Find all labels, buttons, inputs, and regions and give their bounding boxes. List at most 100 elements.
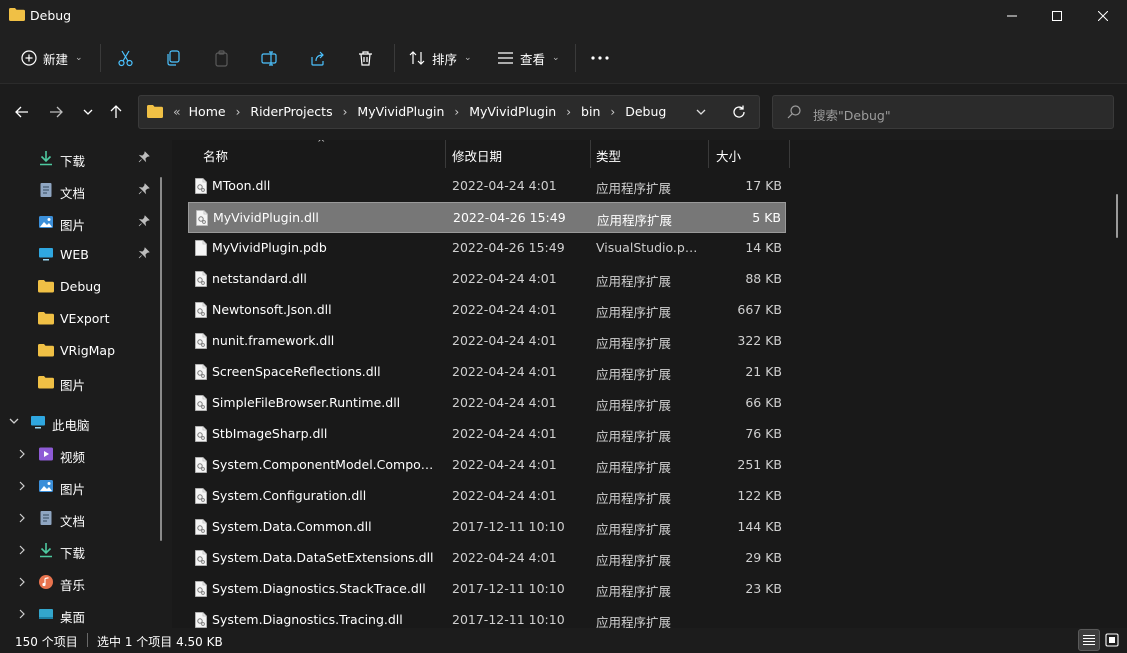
breadcrumb-separator[interactable]: › [454,105,459,119]
file-date: 2022-04-24 4:01 [452,333,557,348]
minimize-button[interactable] [989,0,1035,32]
column-divider[interactable] [708,140,709,168]
chevron-right-icon[interactable] [19,449,25,459]
breadcrumb-bin[interactable]: bin [581,104,600,119]
folder-icon [9,8,25,21]
file-row[interactable]: MyVividPlugin.dll 2022-04-26 15:49 应用程序扩展 5… [188,202,786,233]
view-button[interactable]: 查看 ⌄ [497,44,560,72]
pin-icon[interactable] [138,247,150,259]
sidebar-item-pictures-folder[interactable]: 图片 [0,367,160,397]
file-name: nunit.framework.dll [212,333,335,348]
close-button[interactable] [1080,0,1126,32]
forward-button[interactable] [45,101,67,123]
file-row[interactable]: Newtonsoft.Json.dll 2022-04-24 4:01 应用程序扩展… [188,295,786,326]
file-row[interactable]: StbImageSharp.dll 2022-04-24 4:01 应用程序扩展 76… [188,419,786,450]
sidebar-item-debug[interactable]: Debug [0,271,160,301]
new-button[interactable]: 新建 ⌄ [21,44,83,72]
column-divider[interactable] [789,140,790,168]
column-size[interactable]: 大小 [716,146,741,165]
file-row[interactable]: MyVividPlugin.pdb 2022-04-26 15:49 VisualS… [188,233,786,264]
chevron-right-icon[interactable] [19,481,25,491]
file-row[interactable]: System.Data.Common.dll 2017-12-11 10:10 应用… [188,512,786,543]
address-bar[interactable]: « Home › RiderProjects › MyVividPlugin ›… [138,95,760,129]
breadcrumb-separator[interactable]: › [610,105,615,119]
rename-icon [261,50,277,66]
sidebar-item-music[interactable]: 音乐 [0,567,160,597]
sidebar-item-label: 桌面 [60,610,86,625]
delete-button[interactable] [357,44,374,72]
file-list: mscorlib.dll2022-04-24 4:01应用程序扩展4,522 K… [172,140,1127,628]
sidebar-item-videos[interactable]: 视频 [0,439,160,469]
maximize-button[interactable] [1034,0,1080,32]
share-button[interactable] [309,44,326,72]
file-row[interactable]: System.Configuration.dll 2022-04-24 4:01 应… [188,481,786,512]
chevron-right-icon[interactable] [19,545,25,555]
monitor-icon [39,248,53,261]
file-row[interactable]: System.ComponentModel.Compositi... 2022-0… [188,450,786,481]
column-type[interactable]: 类型 [596,146,621,165]
chevron-right-icon[interactable] [19,513,25,523]
sidebar-item-documents[interactable]: 文档 [0,175,160,205]
breadcrumb-riderprojects[interactable]: RiderProjects [250,104,332,119]
back-button[interactable] [11,101,33,123]
sidebar-item-pc-documents[interactable]: 文档 [0,503,160,533]
sidebar-item-pictures[interactable]: 图片 [0,207,160,237]
file-size: 76 KB [745,426,782,441]
column-name[interactable]: 名称 [203,146,228,165]
breadcrumb-separator[interactable]: › [343,105,348,119]
file-row[interactable]: nunit.framework.dll 2022-04-24 4:01 应用程序扩展… [188,326,786,357]
file-row[interactable]: System.Diagnostics.StackTrace.dll 2017-12… [188,574,786,605]
delete-icon [359,50,372,66]
breadcrumb-debug[interactable]: Debug [625,104,666,119]
file-row[interactable]: netstandard.dll 2022-04-24 4:01 应用程序扩展 88 K… [188,264,786,295]
breadcrumb-separator[interactable]: › [236,105,241,119]
recent-locations-button[interactable] [77,101,99,123]
sidebar-item-pc-pictures[interactable]: 图片 [0,471,160,501]
file-row[interactable]: ScreenSpaceReflections.dll 2022-04-24 4:0… [188,357,786,388]
sidebar-scrollbar[interactable] [160,177,162,541]
file-row[interactable]: MToon.dll 2022-04-24 4:01 应用程序扩展 17 KB [188,171,786,202]
breadcrumb-home[interactable]: Home [189,104,226,119]
more-icon [591,56,609,60]
title-bar: Debug [0,0,1127,32]
file-row[interactable]: System.Diagnostics.Tracing.dll 2017-12-11… [188,605,786,628]
cut-button[interactable] [117,44,134,72]
file-type: 应用程序扩展 [596,522,672,537]
file-row[interactable]: System.Data.DataSetExtensions.dll 2022-04… [188,543,786,574]
pin-icon[interactable] [138,151,150,163]
copy-button[interactable] [165,44,182,72]
column-divider[interactable] [445,140,446,168]
breadcrumb-myvividplugin-inner[interactable]: MyVividPlugin [469,104,556,119]
paste-button[interactable] [213,44,230,72]
column-date[interactable]: 修改日期 [452,146,502,165]
sidebar-item-vrigmap[interactable]: VRigMap [0,335,160,365]
chevron-right-icon[interactable] [19,577,25,587]
sidebar-item-pc-downloads[interactable]: 下载 [0,535,160,565]
sort-button[interactable]: 排序 ⌄ [409,44,472,72]
file-list-scrollbar[interactable] [1116,194,1118,238]
sidebar-item-desktop[interactable]: 桌面 [0,599,160,628]
chevron-down-icon[interactable] [9,418,19,425]
breadcrumb-separator[interactable]: › [566,105,571,119]
sidebar-item-this-pc[interactable]: 此电脑 [0,407,160,437]
breadcrumb-myvividplugin[interactable]: MyVividPlugin [357,104,444,119]
sidebar-item-vexport[interactable]: VExport [0,303,160,333]
refresh-icon[interactable] [731,104,747,120]
rename-button[interactable] [261,44,278,72]
sidebar-item-web[interactable]: WEB [0,239,160,269]
chevron-down-icon[interactable] [695,105,707,119]
file-row[interactable]: SimpleFileBrowser.Runtime.dll 2022-04-24 … [188,388,786,419]
details-view-button[interactable] [1078,629,1100,651]
chevron-right-icon[interactable] [19,609,25,619]
up-button[interactable] [105,101,127,123]
file-size: 144 KB [737,519,782,534]
more-button[interactable] [591,44,609,72]
breadcrumb-overflow[interactable]: « [173,104,181,119]
pin-icon[interactable] [138,183,150,195]
sidebar-item-downloads[interactable]: 下载 [0,143,160,173]
tiles-view-button[interactable] [1101,629,1123,651]
column-divider[interactable] [590,140,591,168]
file-name: System.Diagnostics.Tracing.dll [212,612,403,627]
pin-icon[interactable] [138,215,150,227]
search-box[interactable]: 搜索"Debug" [772,95,1114,129]
